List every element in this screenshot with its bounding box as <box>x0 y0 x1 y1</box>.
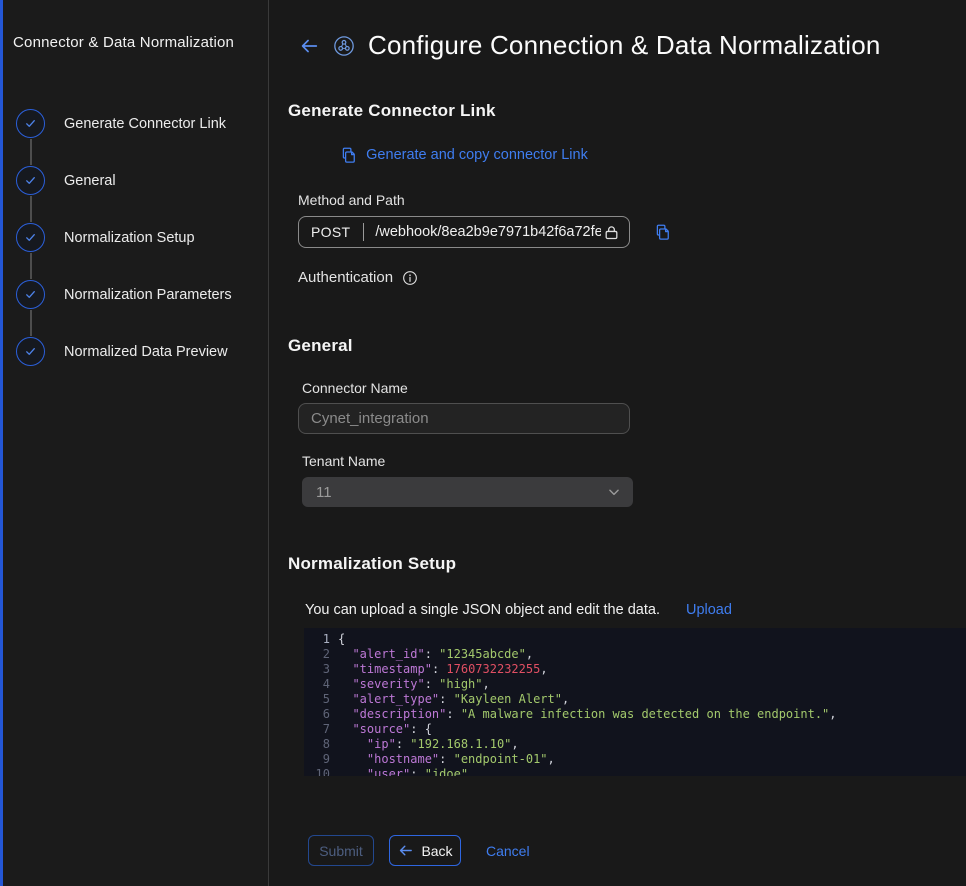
stepper-step[interactable]: Normalization Setup <box>13 209 256 266</box>
upload-row: You can upload a single JSON object and … <box>305 602 966 618</box>
field-divider <box>363 223 364 241</box>
step-label: Normalization Setup <box>64 230 195 246</box>
check-icon <box>23 230 38 245</box>
editor-line: 10 "user": "jdoe" <box>304 767 966 776</box>
editor-line: 3 "timestamp": 1760732232255, <box>304 662 966 677</box>
stepper-sidebar: Connector & Data Normalization Generate … <box>0 0 269 886</box>
line-number: 6 <box>304 707 330 722</box>
json-editor[interactable]: 1 { 2 "alert_id": "12345abcde", 3 "times… <box>304 628 966 776</box>
line-number: 1 <box>304 632 330 647</box>
authentication-row: Authentication <box>298 269 966 286</box>
app-window: Connector & Data Normalization Generate … <box>0 0 966 886</box>
copy-icon <box>340 146 358 164</box>
page-header: Configure Connection & Data Normalizatio… <box>269 0 966 61</box>
editor-line: 1 { <box>304 632 966 647</box>
footer-actions: Submit Back Cancel <box>288 835 966 866</box>
line-number: 2 <box>304 647 330 662</box>
line-number: 8 <box>304 737 330 752</box>
line-number: 9 <box>304 752 330 767</box>
connector-name-input[interactable] <box>298 403 630 434</box>
line-number: 5 <box>304 692 330 707</box>
info-icon[interactable] <box>402 270 418 286</box>
step-check-circle <box>16 109 45 138</box>
line-code: "hostname": "endpoint-01", <box>330 752 555 767</box>
line-code: "description": "A malware infection was … <box>330 707 837 722</box>
check-icon <box>23 344 38 359</box>
editor-line: 9 "hostname": "endpoint-01", <box>304 752 966 767</box>
line-number: 4 <box>304 677 330 692</box>
line-code: "severity": "high", <box>330 677 490 692</box>
back-button-label: Back <box>421 843 452 859</box>
main-panel: Configure Connection & Data Normalizatio… <box>269 0 966 886</box>
stepper-step[interactable]: Normalized Data Preview <box>13 323 256 380</box>
editor-line: 6 "description": "A malware infection wa… <box>304 707 966 722</box>
method-path-row: POST /webhook/8ea2b9e7971b42f6a72fe6 <box>298 216 966 248</box>
editor-line: 8 "ip": "192.168.1.10", <box>304 737 966 752</box>
check-icon <box>23 287 38 302</box>
step-check-circle <box>16 223 45 252</box>
step-check-circle <box>16 337 45 366</box>
upload-link[interactable]: Upload <box>686 602 732 618</box>
step-label: Normalized Data Preview <box>64 344 228 360</box>
step-check-circle <box>16 166 45 195</box>
editor-line: 7 "source": { <box>304 722 966 737</box>
general-section-heading: General <box>288 336 966 356</box>
line-code: "ip": "192.168.1.10", <box>330 737 519 752</box>
line-code: "user": "jdoe" <box>330 767 468 776</box>
form-content: Generate Connector Link Generate and cop… <box>269 101 966 866</box>
back-button-arrow-icon <box>397 842 414 859</box>
submit-button[interactable]: Submit <box>308 835 374 866</box>
connector-name-label: Connector Name <box>302 380 966 396</box>
stepper-step[interactable]: General <box>13 152 256 209</box>
generate-link-label: Generate and copy connector Link <box>366 147 588 163</box>
line-number: 7 <box>304 722 330 737</box>
stepper-step[interactable]: Generate Connector Link <box>13 95 256 152</box>
editor-line: 4 "severity": "high", <box>304 677 966 692</box>
lock-icon <box>603 224 620 241</box>
page-title: Configure Connection & Data Normalizatio… <box>368 30 881 61</box>
editor-line: 5 "alert_type": "Kayleen Alert", <box>304 692 966 707</box>
back-arrow-icon[interactable] <box>298 35 320 57</box>
step-label: General <box>64 173 116 189</box>
chevron-down-icon <box>607 485 621 499</box>
copy-path-icon[interactable] <box>654 223 672 241</box>
cancel-link[interactable]: Cancel <box>486 843 530 859</box>
http-method: POST <box>311 224 350 240</box>
connector-badge-icon <box>333 35 355 57</box>
method-path-field[interactable]: POST /webhook/8ea2b9e7971b42f6a72fe6 <box>298 216 630 248</box>
step-label: Normalization Parameters <box>64 287 232 303</box>
step-check-circle <box>16 280 45 309</box>
tenant-name-value: 11 <box>316 484 332 501</box>
line-code: { <box>330 632 345 647</box>
tenant-name-select[interactable]: 11 <box>302 477 633 507</box>
generate-section-heading: Generate Connector Link <box>288 101 966 121</box>
generate-copy-link[interactable]: Generate and copy connector Link <box>298 146 630 164</box>
stepper-step[interactable]: Normalization Parameters <box>13 266 256 323</box>
step-label: Generate Connector Link <box>64 116 226 132</box>
line-code: "source": { <box>330 722 432 737</box>
line-code: "alert_id": "12345abcde", <box>330 647 533 662</box>
editor-line: 2 "alert_id": "12345abcde", <box>304 647 966 662</box>
back-button[interactable]: Back <box>389 835 461 866</box>
normalization-section-heading: Normalization Setup <box>288 554 966 574</box>
tenant-name-label: Tenant Name <box>302 453 966 469</box>
line-number: 10 <box>304 767 330 776</box>
line-code: "alert_type": "Kayleen Alert", <box>330 692 569 707</box>
stepper: Generate Connector Link General Normaliz… <box>13 95 256 380</box>
check-icon <box>23 173 38 188</box>
check-icon <box>23 116 38 131</box>
sidebar-title: Connector & Data Normalization <box>13 34 256 51</box>
line-number: 3 <box>304 662 330 677</box>
line-code: "timestamp": 1760732232255, <box>330 662 548 677</box>
webhook-path: /webhook/8ea2b9e7971b42f6a72fe6 <box>375 224 601 240</box>
method-path-label: Method and Path <box>298 192 966 208</box>
upload-hint: You can upload a single JSON object and … <box>305 602 660 618</box>
authentication-label: Authentication <box>298 269 393 286</box>
